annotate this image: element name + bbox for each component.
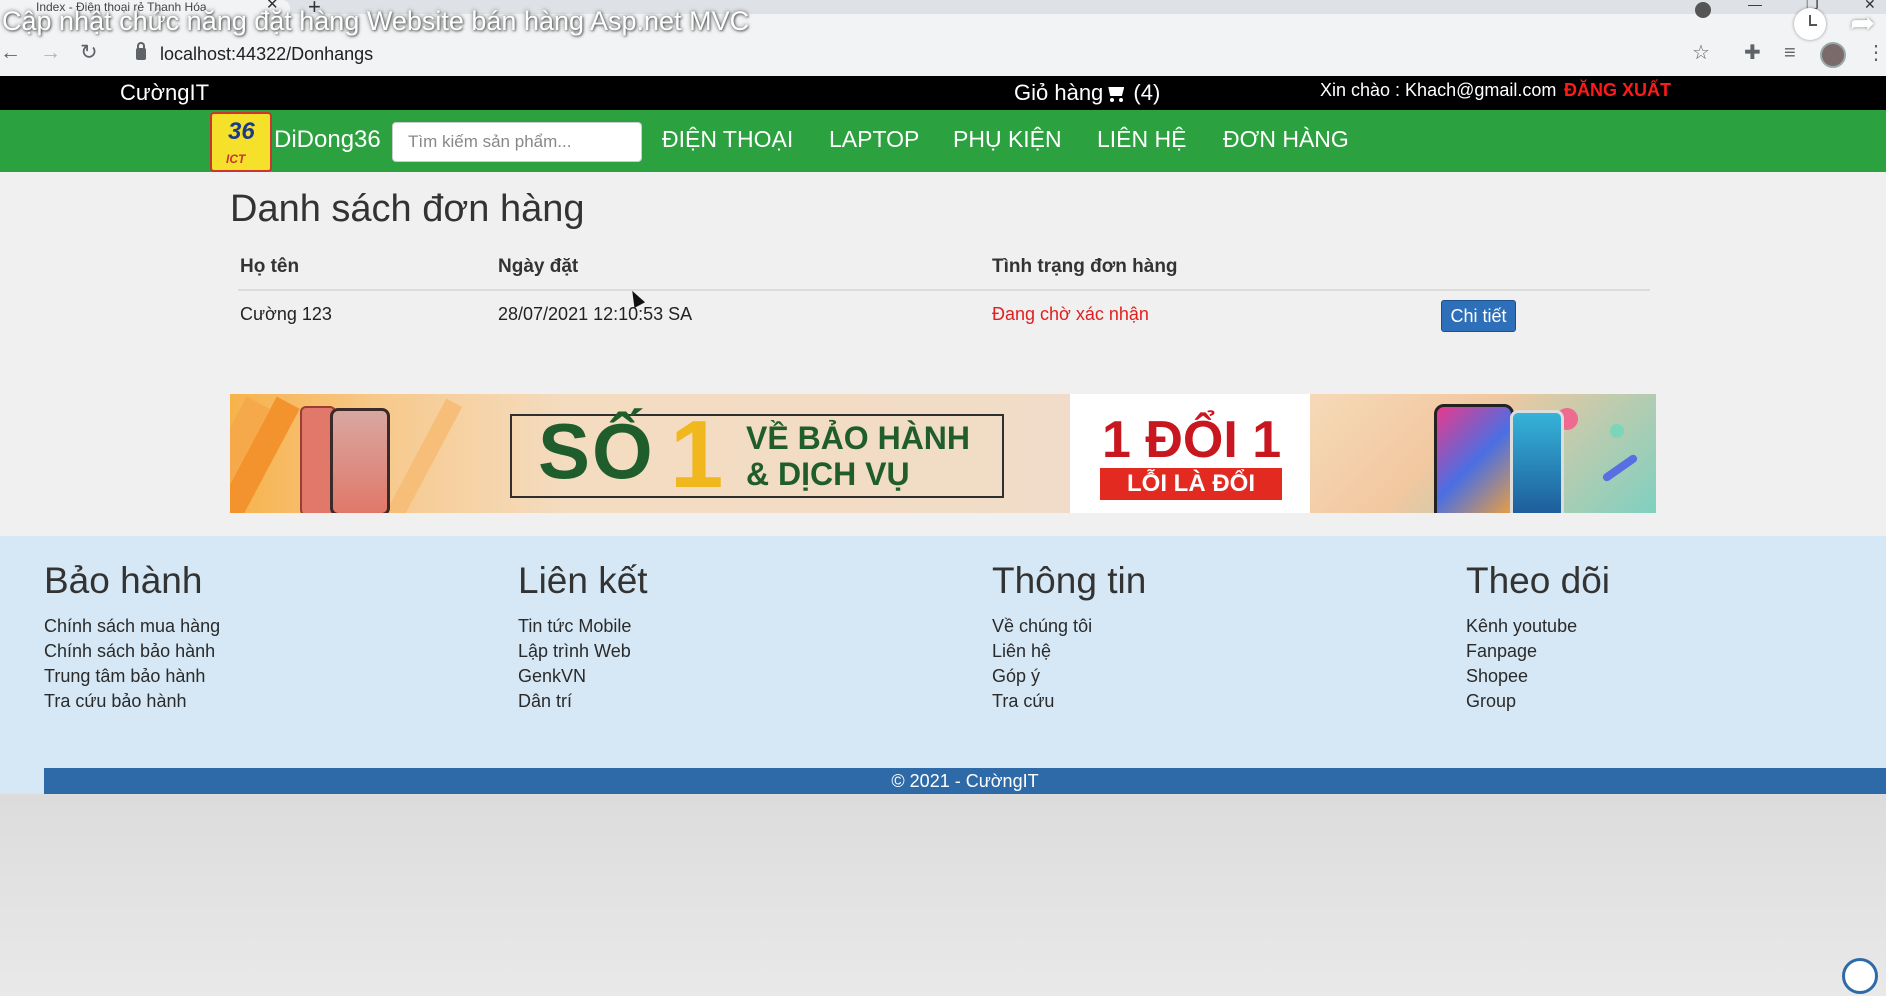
footer-link[interactable]: Tra cứu [992,689,1146,714]
banner-middle-panel: 1 ĐỔI 1 LỖI LÀ ĐỔI [1070,394,1310,513]
minimize-icon[interactable]: — [1748,0,1762,12]
cart-label: Giỏ hàng [1014,80,1104,105]
browser-menu-icon[interactable]: ⋮ [1866,40,1886,66]
footer-link[interactable]: Shopee [1466,664,1610,689]
nav-item-lien-he[interactable]: LIÊN HỆ [1097,126,1186,153]
footer-link[interactable]: GenkVN [518,664,648,689]
footer-link[interactable]: Trung tâm bảo hành [44,664,220,689]
column-header-name: Họ tên [240,256,300,277]
copyright-bar: © 2021 - CườngIT [44,768,1886,794]
decor-dot [1610,424,1624,438]
footer-column-thong-tin: Thông tin Về chúng tôi Liên hệ Góp ý Tra… [992,560,1146,714]
footer-link[interactable]: Fanpage [1466,639,1610,664]
footer-link[interactable]: Góp ý [992,664,1146,689]
site-name[interactable]: DiDong36 [274,126,381,154]
nav-item-don-hang[interactable]: ĐƠN HÀNG [1223,126,1349,153]
cart-link[interactable]: Giỏ hàng (4) [1014,80,1160,106]
bookmark-star-icon[interactable]: ☆ [1692,40,1710,66]
footer-heading: Theo dõi [1466,560,1610,601]
brand-name[interactable]: CườngIT [120,80,209,106]
banner-so-text: SỐ [538,407,655,495]
footer-link[interactable]: Liên hệ [992,639,1146,664]
order-status: Đang chờ xác nhận [992,304,1149,324]
page-title: Danh sách đơn hàng [230,188,585,230]
order-customer-name: Cường 123 [240,304,332,324]
promo-banner[interactable]: SỐ 1 VỀ BẢO HÀNH & DỊCH VỤ 1 ĐỔI 1 LỖI L… [230,394,1656,513]
footer-link[interactable]: Về chúng tôi [992,614,1146,639]
footer-link[interactable]: Dân trí [518,689,648,714]
extensions-icon[interactable]: ✚ [1744,40,1761,66]
video-title: Cập nhật chức năng đặt hàng Website bán … [2,6,750,36]
phone-image [1510,410,1564,513]
banner-loi-badge: LỖI LÀ ĐỔI [1100,468,1282,500]
nav-item-dien-thoai[interactable]: ĐIỆN THOẠI [662,126,793,153]
reload-icon[interactable]: ↻ [80,40,98,66]
logout-link[interactable]: ĐĂNG XUẤT [1564,80,1671,101]
logo-text: ICT [226,152,246,166]
footer-column-bao-hanh: Bảo hành Chính sách mua hàng Chính sách … [44,560,220,714]
column-header-status: Tình trạng đơn hàng [992,256,1178,277]
footer-link[interactable]: Kênh youtube [1466,614,1610,639]
forward-icon[interactable]: → [40,40,61,66]
footer-link[interactable]: Tin tức Mobile [518,614,648,639]
decor-dash [1601,453,1639,483]
footer-column-theo-doi: Theo dõi Kênh youtube Fanpage Shopee Gro… [1466,560,1610,714]
phone-image [330,408,390,513]
watch-later-icon[interactable] [1794,8,1826,40]
footer-heading: Thông tin [992,560,1147,601]
footer-link[interactable]: Tra cứu bảo hành [44,689,220,714]
url-text: localhost:44322/Donhangs [160,44,374,64]
phone-image [1434,404,1514,513]
cart-count: (4) [1133,80,1161,105]
nav-item-phu-kien[interactable]: PHỤ KIỆN [953,126,1062,153]
banner-doi-text: 1 ĐỔI 1 [1102,411,1282,469]
footer-heading: Bảo hành [44,560,203,601]
page-background [0,794,1886,996]
channel-watermark-icon [1842,958,1878,994]
user-greeting: Xin chào : Khach@gmail.com [1320,80,1557,100]
header-divider [238,289,1650,291]
logo-number: 36 [228,118,255,145]
banner-line1: VỀ BẢO HÀNH [746,420,971,456]
avatar[interactable] [1820,42,1846,68]
back-icon[interactable]: ← [0,40,21,66]
footer-link[interactable]: Lập trình Web [518,639,648,664]
search-input[interactable] [392,122,642,162]
column-header-date: Ngày đặt [498,256,579,277]
media-queue-icon[interactable]: ≡ [1784,40,1796,66]
site-footer: Bảo hành Chính sách mua hàng Chính sách … [0,536,1886,794]
address-bar[interactable]: localhost:44322/Donhangs [128,40,1718,68]
cart-icon [1105,85,1127,102]
banner-one-text: 1 [670,401,724,508]
order-date: 28/07/2021 12:10:53 SA [498,304,693,324]
footer-column-lien-ket: Liên kết Tin tức Mobile Lập trình Web Ge… [518,560,648,714]
profile-menu-icon[interactable] [1695,2,1711,18]
site-logo[interactable]: 36 ICT [210,112,272,172]
banner-line2: & DỊCH VỤ [746,456,910,492]
banner-right-panel [1310,394,1656,513]
top-bar: CườngIT Giỏ hàng (4) Xin chào : Khach@gm… [0,76,1886,110]
main-navbar: 36 ICT DiDong36 ĐIỆN THOẠI LAPTOP PHỤ KI… [0,110,1886,172]
share-icon[interactable]: ➦ [1850,6,1875,41]
order-detail-button[interactable]: Chi tiết [1441,300,1516,332]
lock-icon [136,42,146,60]
footer-heading: Liên kết [518,560,648,601]
nav-item-laptop[interactable]: LAPTOP [829,126,919,153]
banner-left-panel: SỐ 1 VỀ BẢO HÀNH & DỊCH VỤ [230,394,1070,513]
footer-link[interactable]: Group [1466,689,1610,714]
footer-link[interactable]: Chính sách mua hàng [44,614,220,639]
footer-link[interactable]: Chính sách bảo hành [44,639,220,664]
